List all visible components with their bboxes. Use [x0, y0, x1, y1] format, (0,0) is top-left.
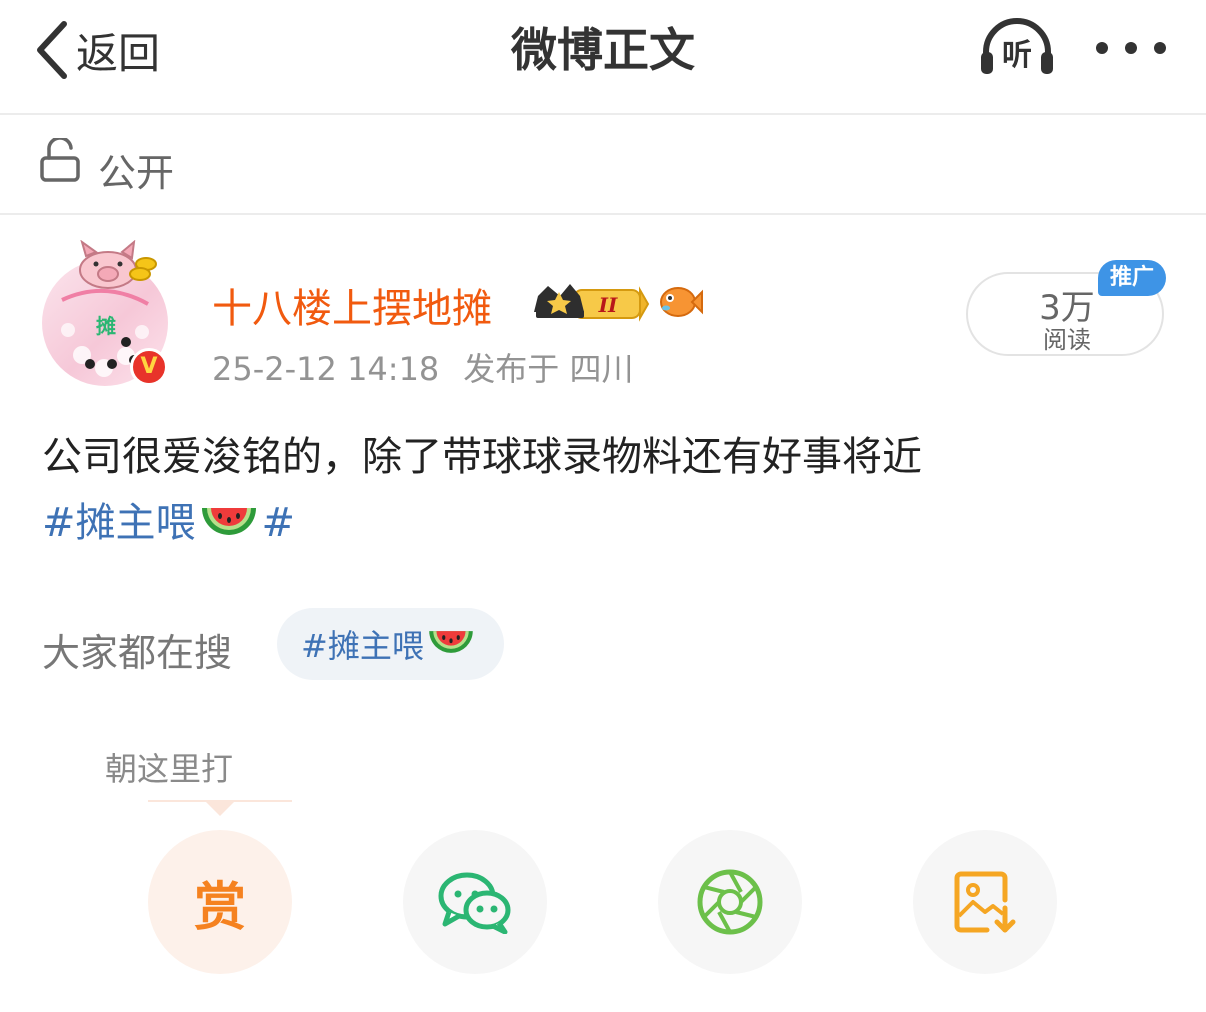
pig-icon [79, 240, 157, 289]
hot-search-label: 大家都在搜 [42, 631, 233, 675]
author-name[interactable]: 十八楼上摆地摊 [212, 276, 492, 334]
post-timestamp: 25-2-12 14:18 [212, 350, 440, 388]
top-nav-bar: 返回 微博正文 听 [0, 0, 1206, 115]
visibility-label: 公开 [98, 151, 175, 195]
post-location: 发布于 四川 [463, 350, 634, 388]
topic-tag-link[interactable]: #摊主喂 # [42, 500, 295, 546]
verified-badge: V [130, 348, 168, 386]
wechat-icon [438, 872, 511, 934]
hot-search-text: #摊主喂 [301, 627, 424, 665]
dot-icon [1154, 42, 1166, 54]
moments-shutter-icon [697, 869, 763, 935]
visibility-bar [0, 117, 1206, 215]
share-moments-button[interactable] [658, 830, 802, 974]
avatar-text: 摊 [96, 314, 116, 338]
unlock-icon [40, 138, 80, 182]
reward-tip-arrow [206, 802, 234, 816]
fish-badge-icon [660, 287, 703, 317]
reward-tip: 朝这里打 [105, 750, 234, 788]
more-options-button[interactable] [1096, 38, 1166, 58]
post-text: 公司很爱浚铭的，除了带球球录物料还有好事将近 [42, 434, 922, 480]
post-body: 公司很爱浚铭的，除了带球球录物料还有好事将近 #摊主喂 # [42, 424, 1172, 556]
reward-button[interactable]: 赏 [148, 830, 292, 974]
reward-label: 赏 [193, 877, 246, 938]
post-meta: 25-2-12 14:18 发布于 四川 [212, 344, 633, 390]
hot-search-item[interactable]: #摊主喂 [277, 608, 504, 680]
share-wechat-button[interactable] [403, 830, 547, 974]
topic-tag-text: #摊主喂 [42, 500, 196, 546]
topic-tag-end: # [261, 500, 296, 546]
save-image-button[interactable] [913, 830, 1057, 974]
dot-icon [1125, 42, 1137, 54]
save-image-icon [954, 871, 1016, 933]
dot-icon [1096, 42, 1108, 54]
avatar[interactable]: 摊 V [42, 240, 170, 386]
crown-level: II [598, 293, 618, 317]
read-count-label: 阅读 [1043, 326, 1091, 354]
listen-button[interactable]: 听 [978, 18, 1056, 78]
watermelon-icon [201, 508, 256, 535]
watermelon-icon [429, 631, 473, 653]
promote-badge[interactable]: 推广 [1098, 260, 1166, 296]
member-crown-badge-icon: II [534, 284, 650, 322]
listen-label: 听 [1002, 38, 1032, 73]
